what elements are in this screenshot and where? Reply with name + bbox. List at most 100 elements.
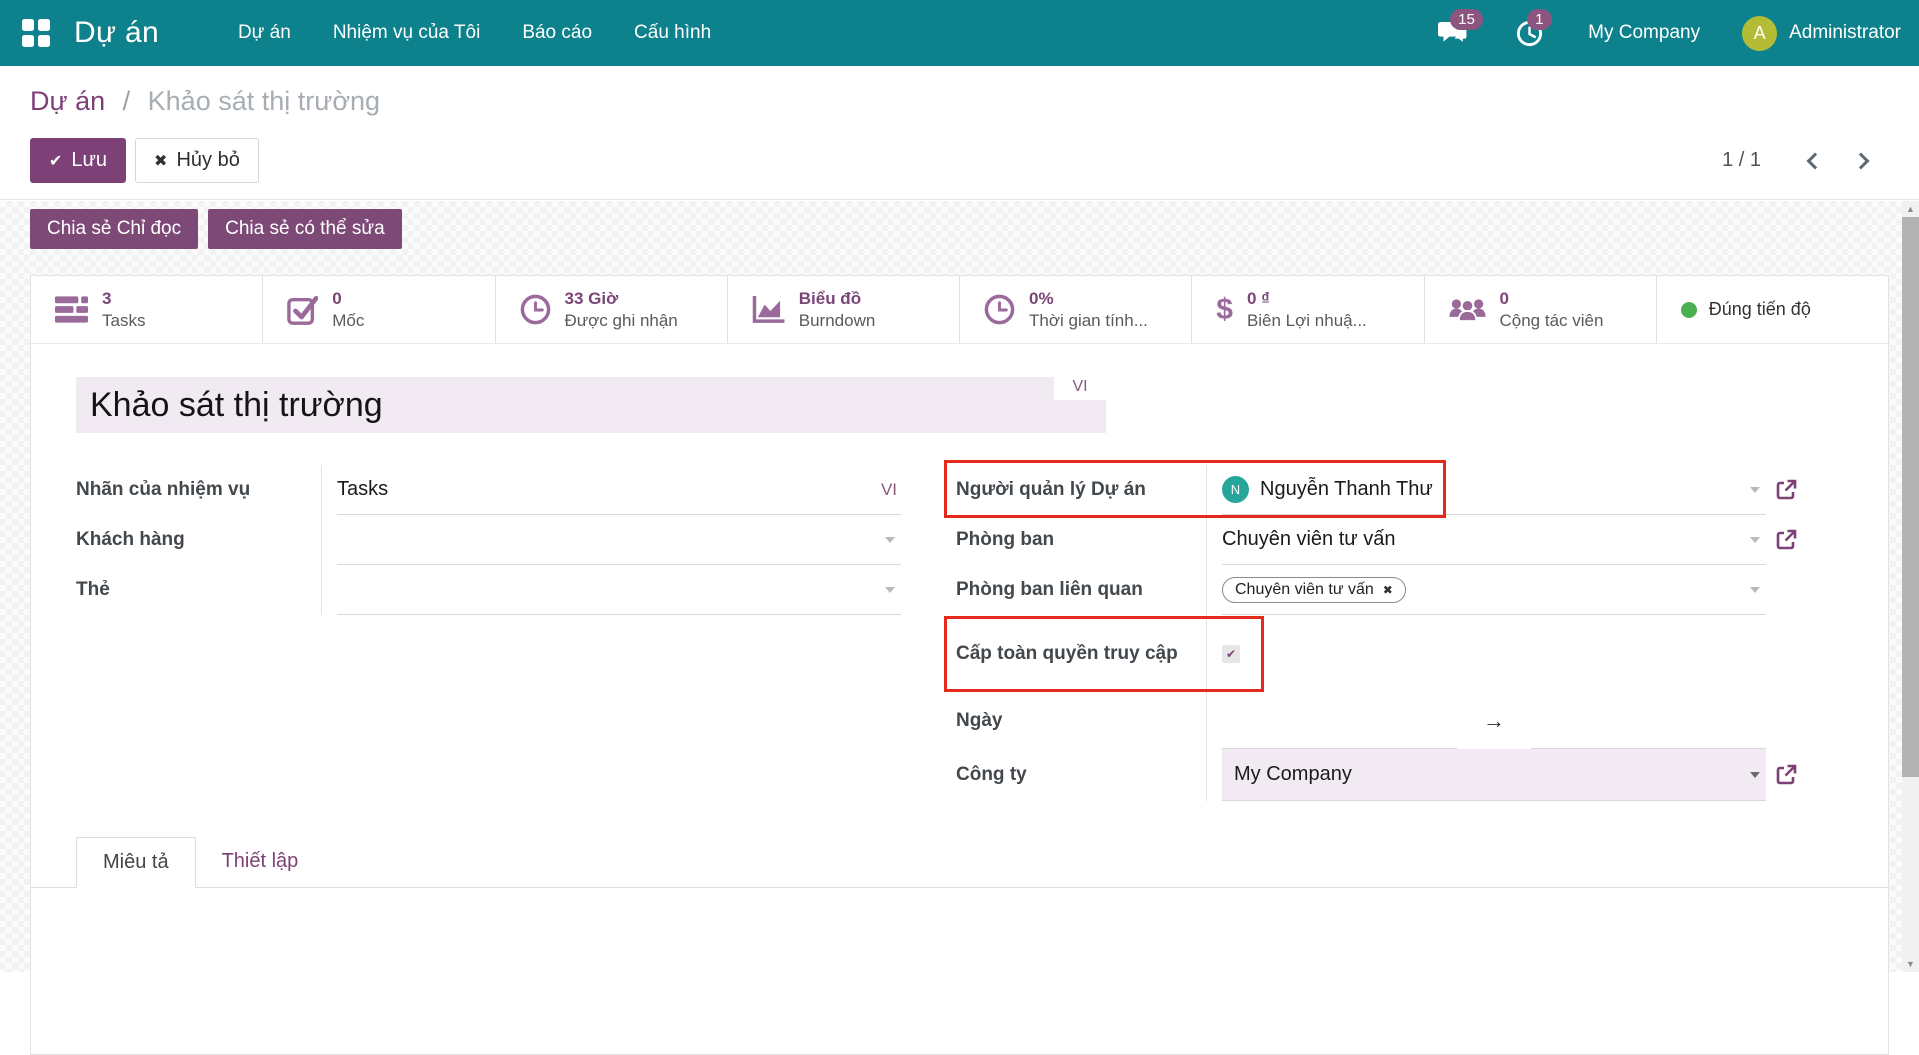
task-label-value: Tasks xyxy=(337,478,388,501)
task-label-input[interactable]: Tasks VI xyxy=(337,465,901,515)
messages-button[interactable]: 15 xyxy=(1428,13,1479,53)
stat-button-burndown-chart[interactable]: Biểu đồ Burndown xyxy=(728,276,960,343)
chevron-down-icon[interactable] xyxy=(885,587,895,593)
stat-button-collaborators[interactable]: 0 Cộng tác viên xyxy=(1425,276,1657,343)
related-departments-select[interactable]: Chuyên viên tư vấn ✖ xyxy=(1222,565,1766,615)
start-date-input[interactable] xyxy=(1222,693,1457,749)
chevron-down-icon[interactable] xyxy=(1750,537,1760,543)
field-full-access: Cấp toàn quyền truy cập ✔ xyxy=(956,615,1843,693)
field-related-departments: Phòng ban liên quan Chuyên viên tư vấn ✖ xyxy=(956,565,1843,615)
stat-button-tasks[interactable]: 3 Tasks xyxy=(31,276,263,343)
stat-value: 3 xyxy=(102,288,145,309)
vertical-scrollbar[interactable]: ▲ ▼ xyxy=(1902,201,1919,972)
stat-label: Thời gian tính... xyxy=(1029,310,1148,331)
stat-button-profit-margin[interactable]: $ 0 ₫ Biên Lợi nhuậ... xyxy=(1192,276,1424,343)
user-menu[interactable]: Administrator xyxy=(1789,22,1901,44)
share-editable-button[interactable]: Chia sẻ có thể sửa xyxy=(208,209,402,249)
discard-button-label: Hủy bỏ xyxy=(176,149,239,172)
menu-item-reporting[interactable]: Báo cáo xyxy=(501,0,613,66)
full-access-label: Cấp toàn quyền truy cập xyxy=(956,615,1206,693)
company-switcher[interactable]: My Company xyxy=(1588,22,1700,44)
tags-select[interactable] xyxy=(337,565,901,615)
status-label: Đúng tiến độ xyxy=(1709,299,1811,320)
manager-external-link-icon[interactable] xyxy=(1766,465,1806,515)
full-access-checkbox[interactable]: ✔ xyxy=(1222,645,1240,663)
end-date-input[interactable] xyxy=(1531,693,1766,749)
activities-count-badge: 1 xyxy=(1527,9,1551,30)
activities-button[interactable]: 1 xyxy=(1505,13,1554,54)
chevron-down-icon[interactable] xyxy=(885,537,895,543)
scrollbar-up-icon[interactable]: ▲ xyxy=(1902,201,1919,217)
stat-value: 0% xyxy=(1029,288,1148,309)
chevron-down-icon[interactable] xyxy=(1750,487,1760,493)
tab-description[interactable]: Miêu tả xyxy=(76,837,196,888)
clock-icon xyxy=(520,294,551,325)
top-navbar: Dự án Dự án Nhiệm vụ của Tôi Báo cáo Cấu… xyxy=(0,0,1919,66)
field-customer: Khách hàng xyxy=(76,515,901,565)
share-readonly-button[interactable]: Chia sẻ Chỉ đọc xyxy=(30,209,198,249)
task-label-language-badge[interactable]: VI xyxy=(881,480,897,500)
scrollbar-thumb[interactable] xyxy=(1902,217,1919,777)
form-sheet: 3 Tasks 0 Mốc xyxy=(30,275,1889,1055)
department-external-link-icon[interactable] xyxy=(1766,515,1806,565)
status-dot-icon xyxy=(1681,302,1697,318)
field-task-label: Nhãn của nhiệm vụ Tasks VI xyxy=(76,465,901,515)
stat-label: Burndown xyxy=(799,310,876,331)
project-status[interactable]: Đúng tiến độ xyxy=(1657,276,1888,343)
stat-button-remaining-time[interactable]: 0% Thời gian tính... xyxy=(960,276,1192,343)
project-title-field: Khảo sát thị trường VI xyxy=(76,377,1106,433)
stat-button-milestones[interactable]: 0 Mốc xyxy=(263,276,495,343)
stat-value: 0 xyxy=(1500,288,1604,309)
breadcrumb-projects-link[interactable]: Dự án xyxy=(30,86,105,116)
pager-counter: 1 / 1 xyxy=(1722,149,1761,172)
stat-value: 0 ₫ xyxy=(1247,288,1367,309)
save-button[interactable]: ✔ Lưu xyxy=(30,138,126,183)
stat-value: 33 Giờ xyxy=(565,288,678,309)
checkbox-check-icon: ✔ xyxy=(1226,648,1236,660)
stat-value: Biểu đồ xyxy=(799,288,876,309)
field-tags: Thẻ xyxy=(76,565,901,615)
department-tag[interactable]: Chuyên viên tư vấn ✖ xyxy=(1222,577,1406,603)
stat-value: 0 xyxy=(332,288,364,309)
form-action-buttons: ✔ Lưu ✖ Hủy bỏ xyxy=(30,138,259,183)
content-area: Chia sẻ Chỉ đọc Chia sẻ có thể sửa 3 Tas… xyxy=(0,201,1919,972)
cross-icon: ✖ xyxy=(154,151,167,171)
stat-button-recorded-hours[interactable]: 33 Giờ Được ghi nhận xyxy=(496,276,728,343)
tasks-icon xyxy=(55,296,88,324)
pager-next-icon[interactable] xyxy=(1853,152,1870,169)
menu-item-projects[interactable]: Dự án xyxy=(217,0,312,66)
arrow-right-icon: → xyxy=(1483,708,1505,734)
company-external-link-icon[interactable] xyxy=(1766,749,1806,801)
scrollbar-down-icon[interactable]: ▼ xyxy=(1902,956,1919,972)
record-pager: 1 / 1 xyxy=(1722,149,1867,172)
project-name-input[interactable]: Khảo sát thị trường xyxy=(76,377,1106,433)
tab-content-empty xyxy=(31,888,1888,1008)
menu-item-my-tasks[interactable]: Nhiệm vụ của Tôi xyxy=(312,0,502,66)
check-square-icon xyxy=(287,295,318,325)
chevron-down-icon[interactable] xyxy=(1750,772,1760,778)
field-company: Công ty My Company xyxy=(956,749,1843,801)
pager-previous-icon[interactable] xyxy=(1807,152,1824,169)
form-left-column: Nhãn của nhiệm vụ Tasks VI Khách hàng xyxy=(76,465,901,801)
company-select[interactable]: My Company xyxy=(1222,749,1766,801)
tag-remove-icon[interactable]: ✖ xyxy=(1383,583,1393,597)
project-manager-select[interactable]: N Nguyễn Thanh Thư xyxy=(1222,465,1766,515)
department-select[interactable]: Chuyên viên tư vấn xyxy=(1222,515,1766,565)
breadcrumb-separator: / xyxy=(123,86,131,116)
chevron-down-icon[interactable] xyxy=(1750,587,1760,593)
form-grid: Nhãn của nhiệm vụ Tasks VI Khách hàng xyxy=(31,465,1888,801)
title-language-badge[interactable]: VI xyxy=(1054,373,1106,400)
tags-label: Thẻ xyxy=(76,565,321,615)
discard-button[interactable]: ✖ Hủy bỏ xyxy=(135,138,259,183)
tab-settings[interactable]: Thiết lập xyxy=(196,837,325,887)
customer-label: Khách hàng xyxy=(76,515,321,565)
save-button-label: Lưu xyxy=(71,149,107,172)
app-brand[interactable]: Dự án xyxy=(74,16,159,50)
apps-menu-icon[interactable] xyxy=(22,19,50,47)
share-buttons-row: Chia sẻ Chỉ đọc Chia sẻ có thể sửa xyxy=(30,209,1919,249)
check-icon: ✔ xyxy=(49,151,62,171)
customer-select[interactable] xyxy=(337,515,901,565)
project-manager-label: Người quản lý Dự án xyxy=(956,465,1206,515)
user-avatar[interactable]: A xyxy=(1742,16,1777,51)
menu-item-configuration[interactable]: Cấu hình xyxy=(613,0,732,66)
